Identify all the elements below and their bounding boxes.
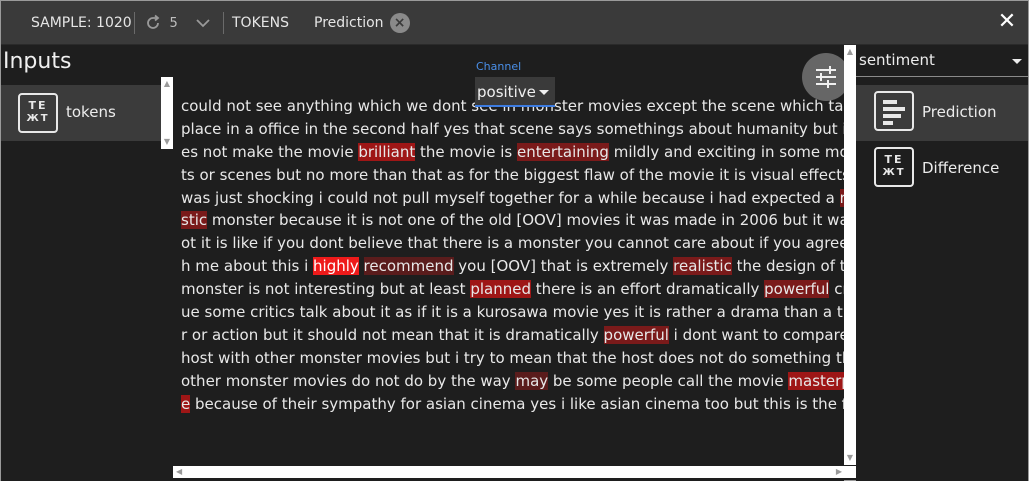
salient-token[interactable]: realistic [673,257,732,276]
text-line: r or action but it should not mean that … [181,324,878,347]
input-item-label: tokens [66,103,116,121]
redo-count: 5 [169,16,178,31]
separator [223,12,224,34]
token-span: ot it is like if you dont believe that t… [181,234,876,253]
close-icon[interactable]: ✕ [996,11,1018,33]
text-line: h me about this i highly recommend you [… [181,255,864,278]
settings-button[interactable] [802,53,850,101]
salient-token[interactable]: may [515,371,549,390]
app-window: SAMPLE: 1020 5 TOKENS Prediction × ✕ Inpu… [0,0,1029,481]
chip-close-icon[interactable]: × [389,13,410,33]
token-span: there is an effort dramatically [530,280,765,299]
token-span: host with other monster movies but i try… [181,348,867,367]
token-span: place in a office in the second half yes… [181,119,876,138]
token-span: be some people call the movie [548,371,789,390]
output-item-label: Prediction [922,103,997,121]
text-line: other monster movies do not do by the wa… [181,370,873,393]
salient-token[interactable]: entertaining [517,142,609,161]
inputs-scrollbar[interactable]: ▲ ▼ [161,77,173,149]
text-line: was just shocking i could not pull mysel… [181,187,873,210]
salient-token[interactable]: stic [181,211,208,230]
channel-value: positive [477,83,536,101]
salient-token[interactable]: highly [313,257,359,276]
text-line: ue some critics talk about it as if it i… [181,301,880,324]
top-bar: SAMPLE: 1020 5 TOKENS Prediction × ✕ [1,1,1028,45]
salient-token[interactable]: planned [470,280,531,299]
scroll-down-icon[interactable]: ▼ [163,138,171,146]
scroll-down-icon[interactable]: ▼ [846,454,854,462]
output-item-difference[interactable]: TE ЖT Difference [856,141,1028,197]
outputs-panel: sentiment Prediction TE ЖT Difference [856,45,1028,481]
text-icon: TE ЖT [18,93,58,133]
salient-token[interactable]: powerful [603,325,669,344]
sample-label: SAMPLE: 1020 [31,15,132,31]
caret-down-icon [539,90,549,95]
text-line: e because of their sympathy for asian ci… [181,393,870,416]
text-icon: TE ЖT [874,147,914,187]
scroll-right-icon[interactable]: ▶ [836,468,842,476]
bar-chart-icon [874,91,914,131]
token-span: other monster movies do not do by the wa… [181,371,516,390]
prediction-chip[interactable]: Prediction × [314,1,410,45]
salient-token[interactable]: e [181,394,191,413]
text-vertical-scrollbar[interactable]: ▲ ▼ [844,45,856,465]
scroll-left-icon[interactable]: ◀ [176,468,182,476]
text-horizontal-scrollbar[interactable]: ◀ ▶ [173,466,856,478]
token-span: because of their sympathy for asian cine… [190,394,871,413]
token-span: you [OOV] that is extremely [453,257,674,276]
text-line: stic monster because it is not one of th… [181,209,871,232]
salient-token[interactable]: powerful [764,280,830,299]
token-span [359,257,364,275]
caret-down-icon [1012,59,1022,64]
input-item-tokens[interactable]: TE ЖT tokens [1,85,161,141]
text-line: host with other monster movies but i try… [181,347,866,370]
token-span: mildly and exciting in some momen [608,142,883,161]
token-span: the movie is [415,142,517,161]
channel-label: Channel [476,60,522,73]
field-select-value: sentiment [859,51,935,69]
field-select[interactable]: sentiment [856,45,1028,77]
token-span: h me about this i [181,257,314,276]
token-span: was just shocking i could not pull mysel… [181,188,840,207]
token-span: es not make the movie [181,142,359,161]
separator [134,12,135,34]
output-item-label: Difference [922,159,1000,177]
salient-token[interactable]: brilliant [358,142,416,161]
dropdown-toggle[interactable] [195,1,211,45]
token-span: monster is not interesting but at least [181,280,471,299]
text-line: monster is not interesting but at least … [181,278,872,301]
tokens-tab[interactable]: TOKENS [232,1,289,45]
token-span: ts or scenes but no more than that as fo… [181,165,865,184]
text-line: ts or scenes but no more than that as fo… [181,164,865,187]
redo-control[interactable]: 5 [144,1,178,45]
token-span: ue some critics talk about it as if it i… [181,303,881,322]
token-salience-view: could not see anything which we dont see… [173,45,882,481]
redo-icon [147,14,160,29]
prediction-chip-label: Prediction [314,15,384,31]
salient-token[interactable]: recommend [363,257,454,276]
scroll-up-icon[interactable]: ▲ [846,48,854,56]
token-span: monster because it is not one of the old… [207,211,871,230]
tune-icon [816,66,836,88]
scroll-up-icon[interactable]: ▲ [163,80,171,88]
output-item-prediction[interactable]: Prediction [856,85,1028,141]
inputs-panel: Inputs TE ЖT tokens ▲ ▼ [1,45,173,481]
text-line: es not make the movie brilliant the movi… [181,141,882,164]
inputs-title: Inputs [3,49,72,74]
chevron-down-icon [196,19,210,28]
text-line: ot it is like if you dont believe that t… [181,232,876,255]
token-span: r or action but it should not mean that … [181,325,604,344]
token-text: could not see anything which we dont see… [181,95,882,416]
text-line: place in a office in the second half yes… [181,118,876,141]
channel-select[interactable]: positive [475,77,555,107]
